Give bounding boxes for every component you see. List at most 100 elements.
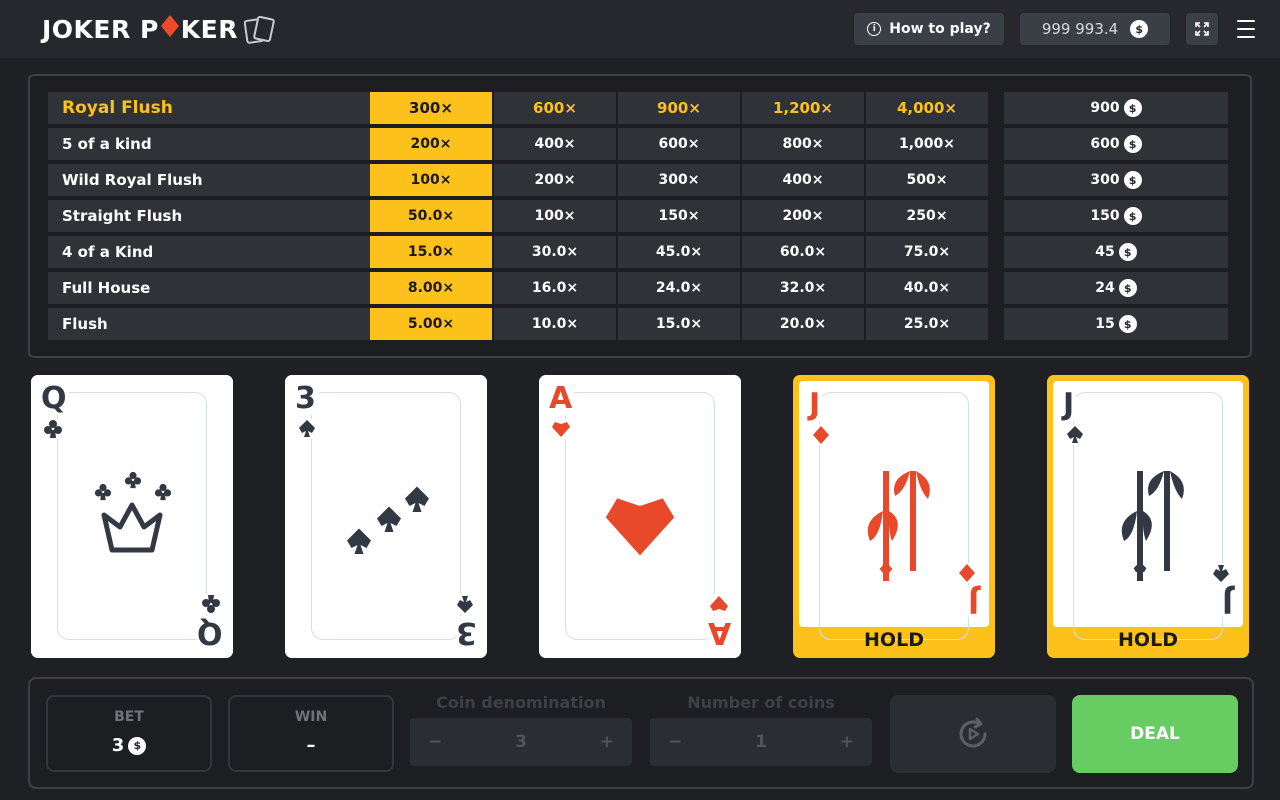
logo-text-start: JOKER P [42, 14, 159, 44]
fullscreen-button[interactable] [1186, 13, 1218, 45]
menu-button[interactable] [1234, 18, 1258, 40]
card-rank-bottom: 3 [456, 615, 477, 650]
playing-card[interactable]: AA [539, 375, 741, 658]
win-amount-cell: 45 $ [1004, 236, 1228, 268]
win-label: WIN [294, 709, 328, 725]
logo-text-end: KER [180, 14, 238, 44]
win-amount: 45 [1095, 244, 1115, 260]
spades-suit-icon [1065, 425, 1085, 445]
win-amount-cell: 15 $ [1004, 308, 1228, 340]
payout-cell: 200× [370, 128, 492, 160]
payout-cell: 32.0× [742, 272, 864, 304]
hearts-suit-icon [709, 594, 729, 614]
decrease-button[interactable]: − [668, 732, 682, 752]
coin-icon: $ [1123, 171, 1142, 189]
coin-denomination-stepper[interactable]: − 3 + [410, 718, 632, 766]
hand-name: 5 of a kind [48, 128, 370, 160]
hold-label: HOLD [864, 629, 924, 651]
card-art [590, 465, 690, 575]
top-bar: JOKER P KER i How to play? 999 993.4 $ [0, 0, 1280, 58]
card-rank-bottom: A [707, 615, 731, 650]
win-amount: 300 [1090, 172, 1120, 188]
menu-icon-line [1237, 36, 1255, 38]
payout-cell: 10.0× [494, 308, 616, 340]
increase-button[interactable]: + [840, 732, 854, 752]
card-rank: Q [41, 381, 69, 416]
game-logo: JOKER P KER [42, 12, 280, 46]
spades-suit-icon [297, 419, 317, 439]
deal-button[interactable]: DEAL [1072, 695, 1238, 773]
win-amount: 900 [1090, 100, 1120, 116]
payout-cell: 8.00× [370, 272, 492, 304]
hand-name: Straight Flush [48, 200, 370, 232]
diamonds-suit-icon [811, 425, 831, 445]
clubs-suit-icon [201, 594, 221, 614]
card-rank: J [809, 387, 823, 422]
playing-card[interactable]: 33 [285, 375, 487, 658]
number-of-coins-stepper[interactable]: − 1 + [650, 718, 872, 766]
balance-value: 999 993.4 [1041, 20, 1119, 38]
payout-cell: 45.0× [618, 236, 740, 268]
payout-cell: 300× [618, 164, 740, 196]
card-face: JJ [1053, 381, 1243, 640]
coin-denomination-value: 3 [515, 732, 527, 752]
payout-cell: 25.0× [866, 308, 988, 340]
paytable: Royal Flush 300× 600× 900× 1,200× 4,000× 900 $5… [28, 74, 1252, 358]
coin-icon: $ [1123, 135, 1142, 153]
playing-card[interactable]: J J HOLD [1047, 375, 1249, 658]
payout-cell: 200× [742, 200, 864, 232]
hearts-suit-icon [551, 419, 571, 439]
payout-cell: 50.0× [370, 200, 492, 232]
playing-card[interactable]: QQ [31, 375, 233, 658]
payout-cell: 5.00× [370, 308, 492, 340]
decrease-button[interactable]: − [428, 732, 442, 752]
win-amount: 24 [1095, 280, 1115, 296]
card-art [850, 443, 950, 581]
bet-label: BET [114, 709, 144, 725]
spades-suit-icon [1211, 563, 1231, 583]
payout-cell: 30.0× [494, 236, 616, 268]
win-amount-cell: 900 $ [1004, 92, 1228, 124]
how-to-play-button[interactable]: i How to play? [854, 13, 1004, 45]
coin-denomination-group: Coin denomination − 3 + [410, 693, 632, 766]
playing-card[interactable]: J J HOLD [793, 375, 995, 658]
win-amount-cell: 300 $ [1004, 164, 1228, 196]
menu-icon-line [1237, 20, 1255, 22]
coin-icon: $ [1118, 279, 1137, 297]
card-rank: J [1063, 387, 1077, 422]
paytable-row: 5 of a kind 200× 400× 600× 800× 1,000× 600 $ [48, 128, 1228, 160]
payout-cell: 250× [866, 200, 988, 232]
logo-diamond-icon [160, 14, 180, 44]
win-amount-cell: 600 $ [1004, 128, 1228, 160]
card-art [82, 465, 182, 575]
payout-cell: 15.0× [370, 236, 492, 268]
payout-cell: 150× [618, 200, 740, 232]
payout-cell: 300× [370, 92, 492, 124]
win-amount: 600 [1090, 136, 1120, 152]
payout-cell: 800× [742, 128, 864, 160]
menu-icon-line [1237, 28, 1255, 30]
payout-cell: 1,200× [742, 92, 864, 124]
paytable-row: Full House 8.00× 16.0× 24.0× 32.0× 40.0× 24 $ [48, 272, 1228, 304]
autoplay-button[interactable] [890, 695, 1056, 773]
payout-cell: 20.0× [742, 308, 864, 340]
clubs-suit-icon [43, 419, 63, 439]
diamonds-suit-icon [957, 563, 977, 583]
coin-icon: $ [1130, 20, 1149, 38]
payout-cell: 15.0× [618, 308, 740, 340]
payout-cell: 400× [494, 128, 616, 160]
number-of-coins-label: Number of coins [687, 693, 835, 712]
payout-cell: 900× [618, 92, 740, 124]
spades-suit-icon [455, 594, 475, 614]
card-face: JJ [799, 381, 989, 640]
payout-cell: 4,000× [866, 92, 988, 124]
info-icon: i [867, 22, 882, 36]
card-rank-bottom: J [967, 584, 979, 619]
replay-icon [959, 717, 987, 748]
bet-value: 3 [111, 735, 125, 756]
payout-cell: 60.0× [742, 236, 864, 268]
card-rank-bottom: Q [197, 615, 223, 650]
payout-cell: 75.0× [866, 236, 988, 268]
increase-button[interactable]: + [600, 732, 614, 752]
hand-name: Royal Flush [48, 92, 370, 124]
